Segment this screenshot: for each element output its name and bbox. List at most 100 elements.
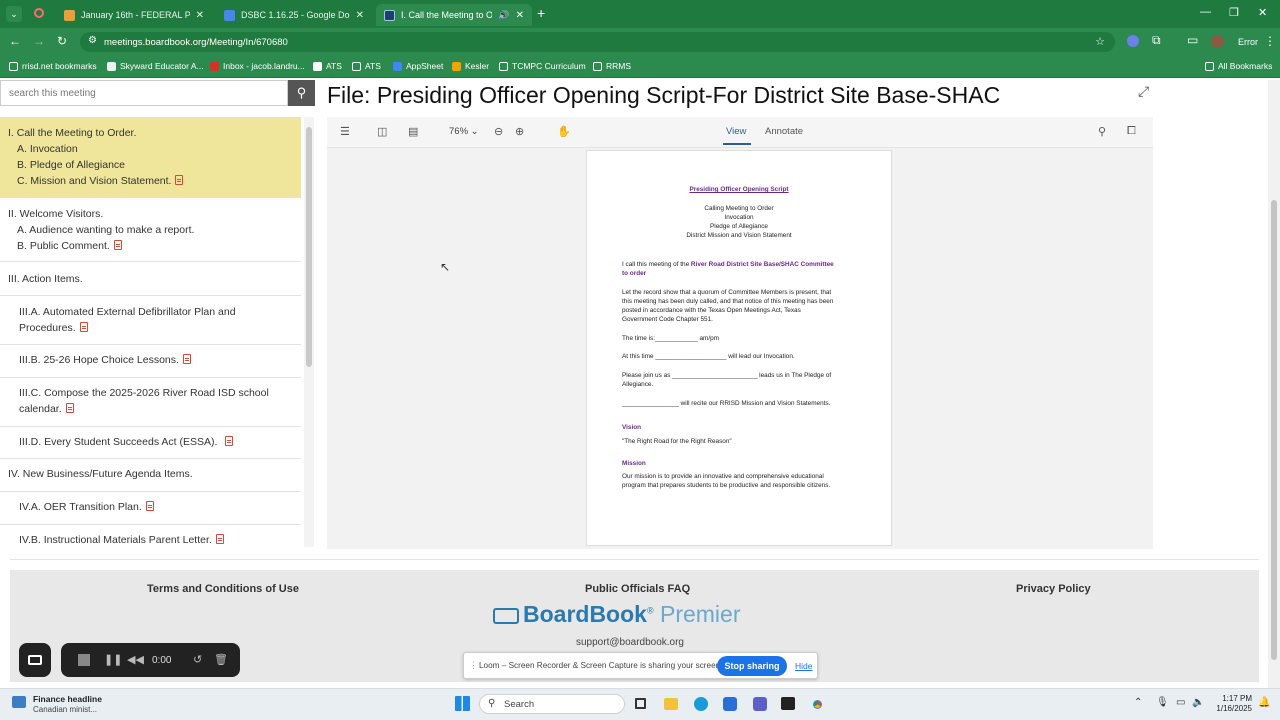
zoom-in-icon[interactable]: ⊕ <box>515 125 524 138</box>
agenda-item-essa[interactable]: III.D. Every Student Succeeds Act (ESSA)… <box>0 427 301 459</box>
restart-icon[interactable]: ↺ <box>193 653 202 666</box>
maximize-button[interactable]: ❐ <box>1229 6 1239 19</box>
delete-icon[interactable]: 🗑 <box>214 653 228 666</box>
chrome-icon[interactable] <box>810 697 825 712</box>
bookmark-ats-1[interactable]: ATS <box>313 61 342 71</box>
pdf-icon[interactable] <box>175 175 184 185</box>
faq-link[interactable]: Public Officials FAQ <box>585 583 690 595</box>
close-window-button[interactable]: ✕ <box>1258 6 1267 19</box>
bookmark-skyward[interactable]: Skyward Educator A... <box>107 61 204 71</box>
bookmark-kesler[interactable]: Kesler <box>452 61 489 71</box>
search-icon[interactable]: ⚲ <box>1098 125 1106 138</box>
meeting-search-input[interactable]: search this meeting <box>0 80 288 106</box>
close-tab-icon[interactable]: ✕ <box>516 10 524 21</box>
agenda-item-school-calendar[interactable]: III.C. Compose the 2025-2026 River Road … <box>0 378 301 427</box>
task-view-icon[interactable] <box>635 698 646 709</box>
bookmark-rrms[interactable]: RRMS <box>593 61 631 71</box>
reload-icon[interactable]: ↻ <box>57 34 67 48</box>
stop-sharing-button[interactable]: Stop sharing <box>717 656 787 676</box>
menu-icon[interactable]: ⋮ <box>1264 34 1276 48</box>
agenda-item-oer-transition[interactable]: IV.A. OER Transition Plan. <box>0 492 301 525</box>
rewind-icon[interactable]: ◀◀ <box>127 653 144 666</box>
tab-view[interactable]: View <box>726 126 746 137</box>
pdf-icon[interactable] <box>182 354 191 364</box>
stop-recording-icon[interactable] <box>78 654 90 666</box>
pdf-icon[interactable] <box>113 240 122 250</box>
sidebar-toggle-icon[interactable]: ◫ <box>377 125 387 138</box>
pdf-icon[interactable] <box>215 534 224 544</box>
support-email-link[interactable]: support@boardbook.org <box>576 637 684 648</box>
hide-button[interactable]: Hide <box>795 661 812 671</box>
tab-federal-programs[interactable]: January 16th - FEDERAL PROGR ✕ <box>56 4 212 26</box>
tab-annotate[interactable]: Annotate <box>765 126 803 137</box>
bookmark-rrisd[interactable]: rrisd.net bookmarks <box>9 61 97 71</box>
zoom-out-icon[interactable]: ⊖ <box>494 125 503 138</box>
weather-news-icon[interactable] <box>12 696 26 708</box>
windows-start-icon[interactable] <box>455 696 470 711</box>
system-clock[interactable]: 1:17 PM 1/16/2025 <box>1214 694 1252 714</box>
tab-boardbook-meeting[interactable]: I. Call the Meeting to Order 🔊 ✕ <box>376 4 532 26</box>
volume-icon[interactable]: 🔈 <box>1192 697 1204 708</box>
menu-icon[interactable]: ☰ <box>340 125 350 138</box>
camera-toggle-button[interactable] <box>19 643 51 677</box>
bookmark-ats-2[interactable]: ATS <box>352 61 381 71</box>
back-icon[interactable]: ← <box>9 34 21 48</box>
agenda-item-call-to-order[interactable]: I. Call the Meeting to Order. A. Invocat… <box>0 117 301 198</box>
news-headline[interactable]: Finance headline <box>33 694 102 704</box>
privacy-link[interactable]: Privacy Policy <box>1016 583 1091 595</box>
new-tab-button[interactable]: + <box>537 5 545 21</box>
drag-handle-icon[interactable]: ⋮ <box>469 660 478 671</box>
site-info-icon[interactable]: ⚙ <box>88 35 97 46</box>
profile-avatar[interactable] <box>1211 35 1224 48</box>
page-scrollbar[interactable] <box>1268 80 1280 688</box>
tray-chevron-icon[interactable]: ⌃ <box>1134 697 1142 708</box>
agenda-item-action-items[interactable]: III. Action Items. <box>0 262 301 296</box>
network-icon[interactable]: ▭ <box>1176 697 1185 708</box>
page-view-icon[interactable]: ▤ <box>408 125 418 138</box>
agenda-scrollbar[interactable] <box>304 117 314 547</box>
cast-icon[interactable]: ▭ <box>1187 33 1198 47</box>
agenda-item-welcome-visitors[interactable]: II. Welcome Visitors. A. Audience wantin… <box>0 198 301 262</box>
agenda-scrollbar-thumb[interactable] <box>306 127 312 367</box>
extensions-puzzle-icon[interactable]: ⧉ <box>1152 33 1161 48</box>
tab-google-docs[interactable]: DSBC 1.16.25 - Google Docs ✕ <box>216 4 372 26</box>
tab-search-icon[interactable]: ⌄ <box>6 6 22 22</box>
notification-icon[interactable]: 🔔 <box>1258 697 1270 708</box>
forward-icon[interactable]: → <box>33 34 45 48</box>
file-explorer-icon[interactable] <box>664 698 678 710</box>
bookmark-appsheet[interactable]: AppSheet <box>393 61 443 71</box>
pan-hand-icon[interactable]: ✋ <box>557 125 571 138</box>
terminal-icon[interactable] <box>781 697 795 710</box>
agenda-item-new-business[interactable]: IV. New Business/Future Agenda Items. <box>0 459 301 492</box>
taskbar-search[interactable]: ⚲ Search <box>479 694 625 714</box>
agenda-item-parent-letter[interactable]: IV.B. Instructional Materials Parent Let… <box>0 525 301 547</box>
pause-icon[interactable]: ❚❚ <box>104 653 122 666</box>
bookmark-inbox[interactable]: Inbox - jacob.landru... <box>210 61 305 71</box>
close-tab-icon[interactable]: ✕ <box>196 10 204 21</box>
fullscreen-icon[interactable]: ⤢ <box>1138 83 1149 100</box>
speaker-icon[interactable]: 🔊 <box>498 10 509 21</box>
teams-icon[interactable] <box>753 697 767 711</box>
terms-link[interactable]: Terms and Conditions of Use <box>147 583 299 595</box>
error-badge[interactable]: Error <box>1238 37 1258 47</box>
pdf-icon[interactable] <box>79 322 88 332</box>
store-icon[interactable] <box>723 697 737 711</box>
bookmark-tcmpc[interactable]: TCMPC Curriculum <box>499 61 586 71</box>
pdf-icon[interactable] <box>145 501 154 511</box>
pdf-icon[interactable] <box>65 403 74 413</box>
edge-icon[interactable] <box>694 697 708 711</box>
microphone-icon[interactable]: 🎙 <box>1156 697 1169 708</box>
search-button[interactable]: ⚲ <box>288 80 315 106</box>
scrollbar-thumb[interactable] <box>1271 200 1277 660</box>
pdf-icon[interactable] <box>225 436 234 446</box>
agenda-item-aed-plan[interactable]: III.A. Automated External Defibrillator … <box>0 296 301 345</box>
comments-icon[interactable]: ⧠ <box>1127 125 1136 138</box>
bookmark-star-icon[interactable]: ☆ <box>1095 35 1105 48</box>
extension-icon[interactable] <box>1127 35 1139 47</box>
all-bookmarks[interactable]: All Bookmarks <box>1205 61 1272 71</box>
minimize-button[interactable]: — <box>1200 6 1211 18</box>
zoom-dropdown[interactable]: 76% ⌄ <box>449 126 479 137</box>
url-field[interactable]: ⚙ meetings.boardbook.org/Meeting/In/6706… <box>80 32 1115 52</box>
agenda-item-hope-choice[interactable]: III.B. 25-26 Hope Choice Lessons. <box>0 345 301 378</box>
close-tab-icon[interactable]: ✕ <box>356 10 364 21</box>
